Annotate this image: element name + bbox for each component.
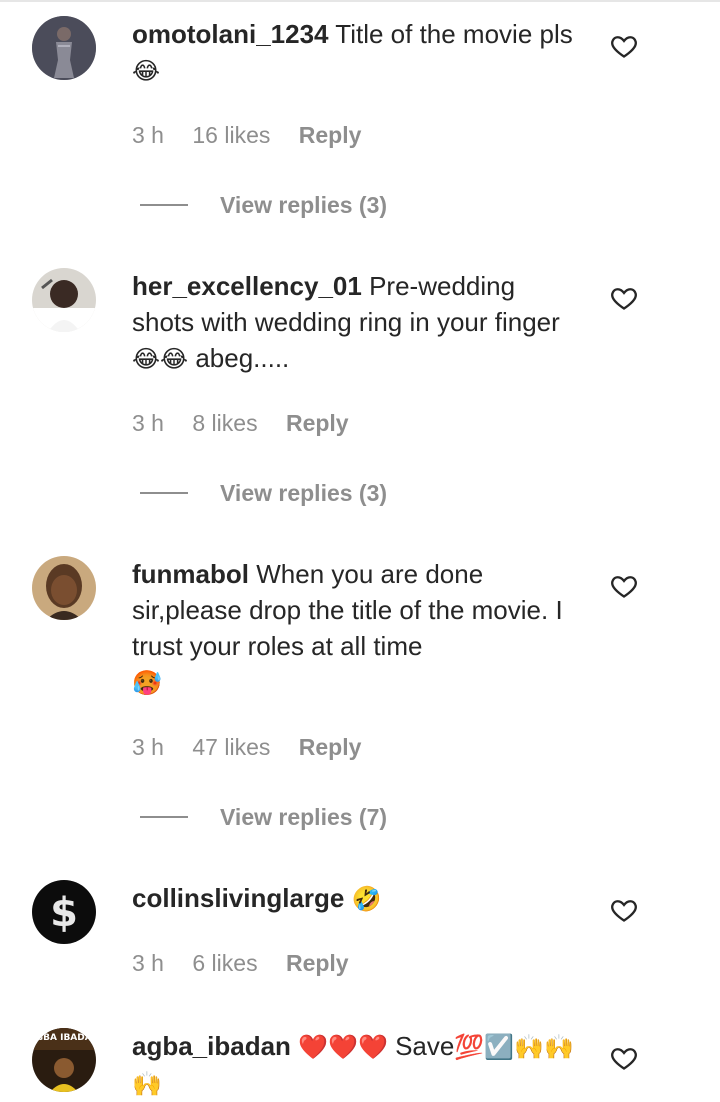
reply-button[interactable]: Reply xyxy=(286,950,349,976)
like-heart-icon[interactable] xyxy=(610,284,638,312)
comment-username[interactable]: collinslivinglarge xyxy=(132,883,344,913)
comment-text: Title of the movie pls xyxy=(335,19,573,49)
comment-likes[interactable]: 6 likes xyxy=(192,950,257,976)
comment-meta: 3 h 47 likes Reply xyxy=(132,734,383,761)
view-replies-button[interactable]: View replies (3) xyxy=(140,190,387,220)
like-heart-icon[interactable] xyxy=(610,1044,638,1072)
comment-emoji: 🥵 xyxy=(132,669,162,697)
reply-button[interactable]: Reply xyxy=(286,410,349,436)
view-replies-line xyxy=(140,816,188,818)
like-heart-icon[interactable] xyxy=(610,32,638,60)
comment-meta: 3 h 6 likes Reply xyxy=(132,950,371,977)
comment-time: 3 h xyxy=(132,950,164,976)
like-heart-icon[interactable] xyxy=(610,896,638,924)
comment-meta: 3 h 8 likes Reply xyxy=(132,410,371,437)
comment-username[interactable]: omotolani_1234 xyxy=(132,19,329,49)
view-replies-button[interactable]: View replies (3) xyxy=(140,478,387,508)
comment-time: 3 h xyxy=(132,734,164,760)
comment-likes[interactable]: 8 likes xyxy=(192,410,257,436)
comment-emoji: 🤣 xyxy=(351,885,382,913)
avatar[interactable]: $ xyxy=(32,880,96,944)
view-replies-label[interactable]: View replies (3) xyxy=(220,192,387,219)
top-divider xyxy=(0,0,720,2)
comment-time: 3 h xyxy=(132,122,164,148)
comment-body: agba_ibadan ❤️❤️❤️ Save💯☑️🙌🙌🙌 xyxy=(132,1028,582,1102)
comment-likes[interactable]: 16 likes xyxy=(192,122,270,148)
view-replies-line xyxy=(140,492,188,494)
comment-likes[interactable]: 47 likes xyxy=(192,734,270,760)
comment-text: Save xyxy=(395,1031,455,1061)
comment-username[interactable]: agba_ibadan xyxy=(132,1031,291,1061)
comment-emoji: 😂 xyxy=(132,57,161,85)
comment-body: collinslivinglarge 🤣 xyxy=(132,880,582,917)
avatar[interactable] xyxy=(32,16,96,80)
comment-username[interactable]: her_excellency_01 xyxy=(132,271,362,301)
comment-meta: 3 h 16 likes Reply xyxy=(132,122,383,149)
view-replies-button[interactable]: View replies (7) xyxy=(140,802,387,832)
avatar[interactable]: AGBA IBADAN xyxy=(32,1028,96,1092)
comment-text-after: abeg..... xyxy=(188,343,290,373)
comment-body: her_excellency_01 Pre-wedding shots with… xyxy=(132,268,582,377)
like-heart-icon[interactable] xyxy=(610,572,638,600)
comment-emoji-lead: ❤️❤️❤️ xyxy=(298,1033,388,1061)
avatar[interactable] xyxy=(32,556,96,620)
reply-button[interactable]: Reply xyxy=(299,734,362,760)
reply-button[interactable]: Reply xyxy=(299,122,362,148)
avatar-badge-text: AGBA IBADAN xyxy=(32,1033,96,1043)
view-replies-line xyxy=(140,204,188,206)
comment-username[interactable]: funmabol xyxy=(132,559,249,589)
view-replies-label[interactable]: View replies (3) xyxy=(220,480,387,507)
avatar[interactable] xyxy=(32,268,96,332)
view-replies-label[interactable]: View replies (7) xyxy=(220,804,387,831)
svg-text:$: $ xyxy=(50,890,78,936)
comment-time: 3 h xyxy=(132,410,164,436)
comment-body: funmabol When you are done sir,please dr… xyxy=(132,556,582,701)
comment-body: omotolani_1234 Title of the movie pls 😂 xyxy=(132,16,582,89)
comment-emoji: 😂😂 xyxy=(132,345,189,373)
